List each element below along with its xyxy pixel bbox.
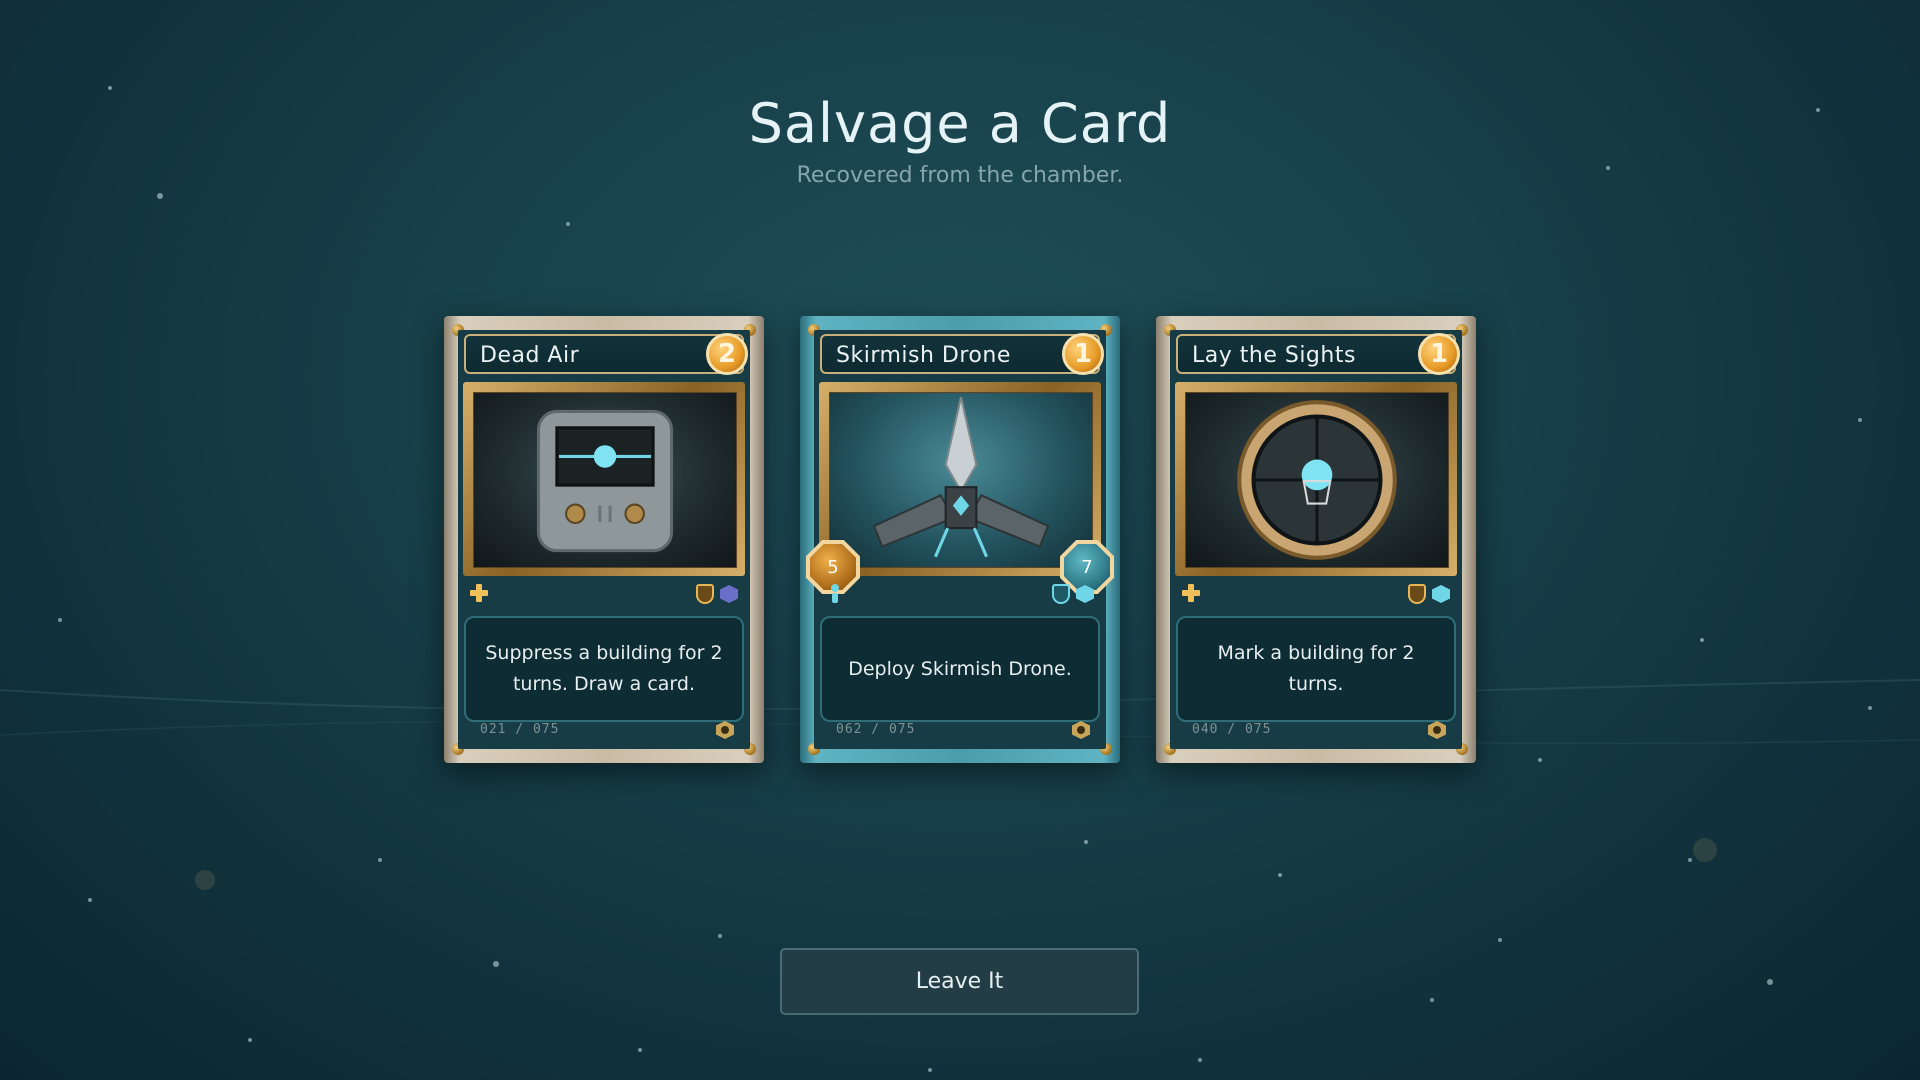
shield-icon [696,584,714,604]
drone-icon [829,392,1093,568]
card-description-box: Deploy Skirmish Drone. [820,616,1100,722]
gear-icon [1428,721,1446,739]
card-body: Skirmish Drone 1 5 7 Deploy Skirmish Dro… [806,330,1114,749]
card-description-box: Mark a building for 2 turns. [1176,616,1456,722]
card-name-bar: Dead Air 2 [464,333,748,375]
hex-icon [720,585,738,603]
card-description: Mark a building for 2 turns. [1217,642,1415,695]
plus-icon [1182,584,1200,602]
card-name-bar: Skirmish Drone 1 [820,333,1104,375]
card-footer: 040 / 075 [1176,719,1456,743]
plus-icon [470,584,488,602]
card-name: Skirmish Drone [836,343,1011,368]
hex-icon [1432,585,1450,603]
card-name: Dead Air [480,343,580,368]
cost-badge: 1 [1418,333,1460,375]
card-footer: 021 / 075 [464,719,744,743]
card-serial: 062 / 075 [836,722,916,737]
gear-icon [1072,721,1090,739]
card-footer: 062 / 075 [820,719,1100,743]
card-dead-air[interactable]: Dead Air 2 Suppress a building for 2 tur… [444,316,764,763]
header: Salvage a Card Recovered from the chambe… [0,92,1920,188]
card-body: Lay the Sights 1 Mark a building for 2 t… [1170,330,1462,749]
card-body: Dead Air 2 Suppress a building for 2 tur… [458,330,750,749]
gear-icon [716,721,734,739]
card-serial: 040 / 075 [1192,722,1272,737]
card-serial: 021 / 075 [480,722,560,737]
shield-icon [1052,584,1070,604]
unit-icon [830,584,840,604]
page-title: Salvage a Card [748,92,1172,155]
leave-it-button[interactable]: Leave It [780,948,1139,1015]
card-lay-the-sights[interactable]: Lay the Sights 1 Mark a building for 2 t… [1156,316,1476,763]
shield-icon [1408,584,1426,604]
card-name: Lay the Sights [1192,343,1356,368]
card-art-frame [819,382,1101,576]
card-description-box: Suppress a building for 2 turns. Draw a … [464,616,744,722]
hex-icon [1076,585,1094,603]
scope-icon [1185,392,1449,568]
card-icon-row [464,582,744,606]
card-description: Suppress a building for 2 turns. Draw a … [485,642,723,695]
card-skirmish-drone[interactable]: Skirmish Drone 1 5 7 Deploy Skirmish Dro… [800,316,1120,763]
page-subtitle: Recovered from the chamber. [796,163,1124,188]
card-art-frame [463,382,745,576]
card-icon-row [820,582,1100,606]
card-art-frame [1175,382,1457,576]
card-description: Deploy Skirmish Drone. [848,657,1072,680]
radio-device-icon [473,392,737,568]
cost-badge: 1 [1062,333,1104,375]
card-icon-row [1176,582,1456,606]
cost-badge: 2 [706,333,748,375]
card-name-bar: Lay the Sights 1 [1176,333,1460,375]
